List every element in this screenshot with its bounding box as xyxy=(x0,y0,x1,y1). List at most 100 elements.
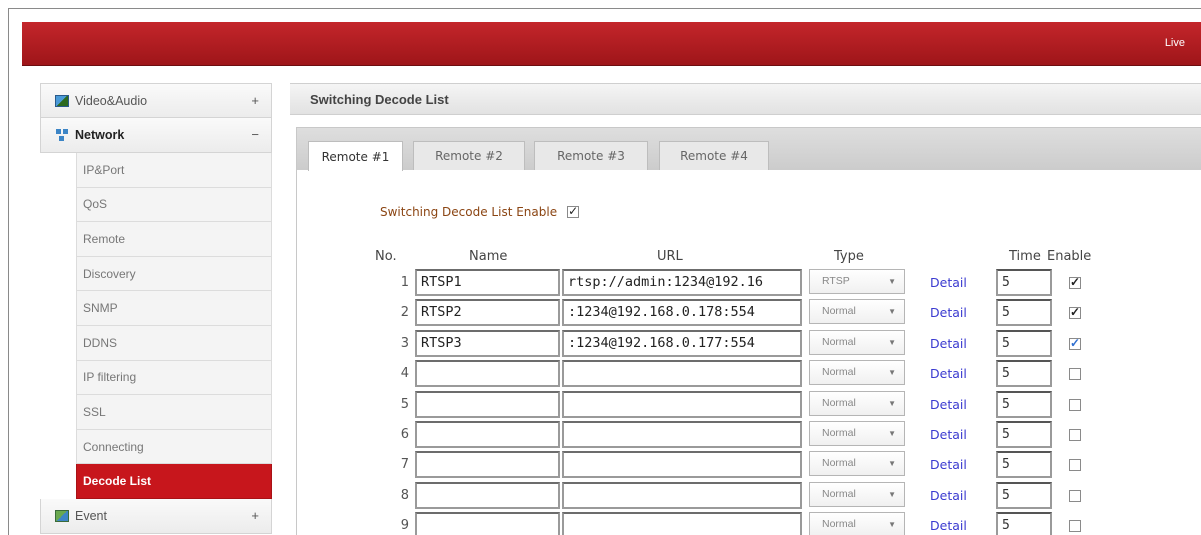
menu-network-label: Network xyxy=(75,128,125,142)
type-select-value: Normal xyxy=(822,396,856,409)
name-input[interactable] xyxy=(415,360,560,388)
url-input[interactable] xyxy=(562,421,802,448)
type-select[interactable]: RTSP ▼ xyxy=(809,269,905,294)
url-input[interactable]: rtsp://admin:1234@192.16 xyxy=(562,269,802,296)
chevron-down-icon: ▼ xyxy=(888,520,896,530)
top-bar: Live xyxy=(22,22,1201,66)
type-select[interactable]: Normal ▼ xyxy=(809,360,905,386)
url-input[interactable]: :1234@192.168.0.177:554 xyxy=(562,329,802,357)
tab-remote-2[interactable]: Remote #2 xyxy=(413,141,525,170)
tab-remote-3[interactable]: Remote #3 xyxy=(534,141,648,170)
decode-list-panel: Remote #1 Remote #2 Remote #3 Remote #4 … xyxy=(296,127,1201,535)
expand-icon[interactable]: + xyxy=(251,508,259,523)
name-input[interactable] xyxy=(415,451,560,479)
name-input[interactable]: RTSP1 xyxy=(415,269,560,296)
enable-checkbox[interactable] xyxy=(1069,520,1081,533)
tab-remote-1[interactable]: Remote #1 xyxy=(308,141,403,171)
sidebar-item-decode-list[interactable]: Decode List xyxy=(76,464,272,499)
time-input[interactable]: 5 xyxy=(996,360,1052,388)
chevron-down-icon: ▼ xyxy=(888,398,896,408)
url-input[interactable] xyxy=(562,390,802,418)
column-time: Time xyxy=(1009,249,1041,264)
enable-checkbox[interactable] xyxy=(1069,489,1081,502)
sidebar-item-ip-port[interactable]: IP&Port xyxy=(76,153,272,188)
menu-video-audio[interactable]: Video&Audio + xyxy=(40,83,272,118)
name-input[interactable] xyxy=(415,512,560,535)
menu-video-audio-label: Video&Audio xyxy=(75,93,148,108)
enable-checkbox[interactable] xyxy=(1069,275,1081,289)
time-input[interactable]: 5 xyxy=(996,269,1052,296)
time-input[interactable]: 5 xyxy=(996,451,1052,479)
time-input[interactable]: 5 xyxy=(996,329,1052,357)
time-input[interactable]: 5 xyxy=(996,512,1052,535)
detail-link[interactable]: Detail xyxy=(930,305,967,320)
menu-event[interactable]: Event + xyxy=(40,498,272,534)
event-icon xyxy=(55,509,69,522)
enable-checkbox[interactable] xyxy=(1069,398,1081,411)
detail-link[interactable]: Detail xyxy=(930,457,967,472)
sidebar-item-remote[interactable]: Remote xyxy=(76,222,272,257)
sidebar-item-ip-filtering[interactable]: IP filtering xyxy=(76,360,272,396)
url-input[interactable]: :1234@192.168.0.178:554 xyxy=(562,299,802,327)
table-row: 6 Normal ▼ Detail 5 xyxy=(297,421,1201,451)
tab-remote-4[interactable]: Remote #4 xyxy=(659,141,769,170)
chevron-down-icon: ▼ xyxy=(888,429,896,438)
sidebar-item-snmp[interactable]: SNMP xyxy=(76,291,272,326)
type-select-value: Normal xyxy=(822,427,856,439)
video-audio-icon xyxy=(55,94,69,107)
enable-checkbox[interactable] xyxy=(1069,429,1081,441)
switching-enable-checkbox[interactable] xyxy=(567,204,580,218)
enable-checkbox[interactable] xyxy=(1069,336,1081,350)
table-row: 2 RTSP2:1234@192.168.0.178:554 Normal ▼ Deta… xyxy=(297,299,1201,329)
sidebar-item-qos[interactable]: QoS xyxy=(76,187,272,223)
type-select[interactable]: Normal ▼ xyxy=(809,299,905,325)
time-input[interactable]: 5 xyxy=(996,481,1052,509)
type-select[interactable]: Normal ▼ xyxy=(809,451,905,477)
detail-link[interactable]: Detail xyxy=(930,518,967,533)
name-input[interactable] xyxy=(415,481,560,509)
url-input[interactable] xyxy=(562,360,802,388)
row-number: 6 xyxy=(400,427,409,442)
live-link[interactable]: Live xyxy=(1165,37,1185,49)
name-input[interactable]: RTSP2 xyxy=(415,299,560,327)
detail-link[interactable]: Detail xyxy=(930,366,967,381)
row-number: 5 xyxy=(400,396,409,412)
column-type: Type xyxy=(834,249,864,264)
detail-link[interactable]: Detail xyxy=(930,427,967,442)
url-input[interactable] xyxy=(562,512,802,535)
detail-link[interactable]: Detail xyxy=(930,336,967,351)
url-input[interactable] xyxy=(562,481,802,509)
url-input[interactable] xyxy=(562,451,802,479)
detail-link[interactable]: Detail xyxy=(930,397,967,412)
sidebar-item-discovery[interactable]: Discovery xyxy=(76,256,272,292)
chevron-down-icon: ▼ xyxy=(888,337,896,347)
enable-checkbox[interactable] xyxy=(1069,305,1081,320)
sidebar-item-ssl[interactable]: SSL xyxy=(76,395,272,430)
detail-link[interactable]: Detail xyxy=(930,275,967,290)
sidebar: Video&Audio + Network − IP&Port QoS Remote… xyxy=(40,83,272,535)
name-input[interactable] xyxy=(415,390,560,418)
enable-checkbox[interactable] xyxy=(1069,368,1081,381)
table-row: 4 Normal ▼ Detail 5 xyxy=(297,360,1201,390)
enable-checkbox[interactable] xyxy=(1069,459,1081,472)
time-input[interactable]: 5 xyxy=(996,299,1052,327)
sidebar-item-ddns[interactable]: DDNS xyxy=(76,325,272,361)
menu-network[interactable]: Network − xyxy=(40,118,272,153)
type-select-value: Normal xyxy=(822,457,856,470)
time-input[interactable]: 5 xyxy=(996,421,1052,448)
sidebar-item-connecting[interactable]: Connecting xyxy=(76,429,272,465)
name-input[interactable]: RTSP3 xyxy=(415,329,560,357)
type-select[interactable]: Normal ▼ xyxy=(809,481,905,507)
window-frame-top xyxy=(8,8,1201,9)
row-number: 1 xyxy=(400,275,409,290)
expand-icon[interactable]: + xyxy=(251,93,259,108)
detail-link[interactable]: Detail xyxy=(930,488,967,503)
network-icon xyxy=(55,129,69,141)
type-select[interactable]: Normal ▼ xyxy=(809,512,905,535)
type-select[interactable]: Normal ▼ xyxy=(809,421,905,446)
time-input[interactable]: 5 xyxy=(996,390,1052,418)
type-select[interactable]: Normal ▼ xyxy=(809,390,905,416)
name-input[interactable] xyxy=(415,421,560,448)
collapse-icon[interactable]: − xyxy=(251,127,259,142)
type-select[interactable]: Normal ▼ xyxy=(809,329,905,355)
